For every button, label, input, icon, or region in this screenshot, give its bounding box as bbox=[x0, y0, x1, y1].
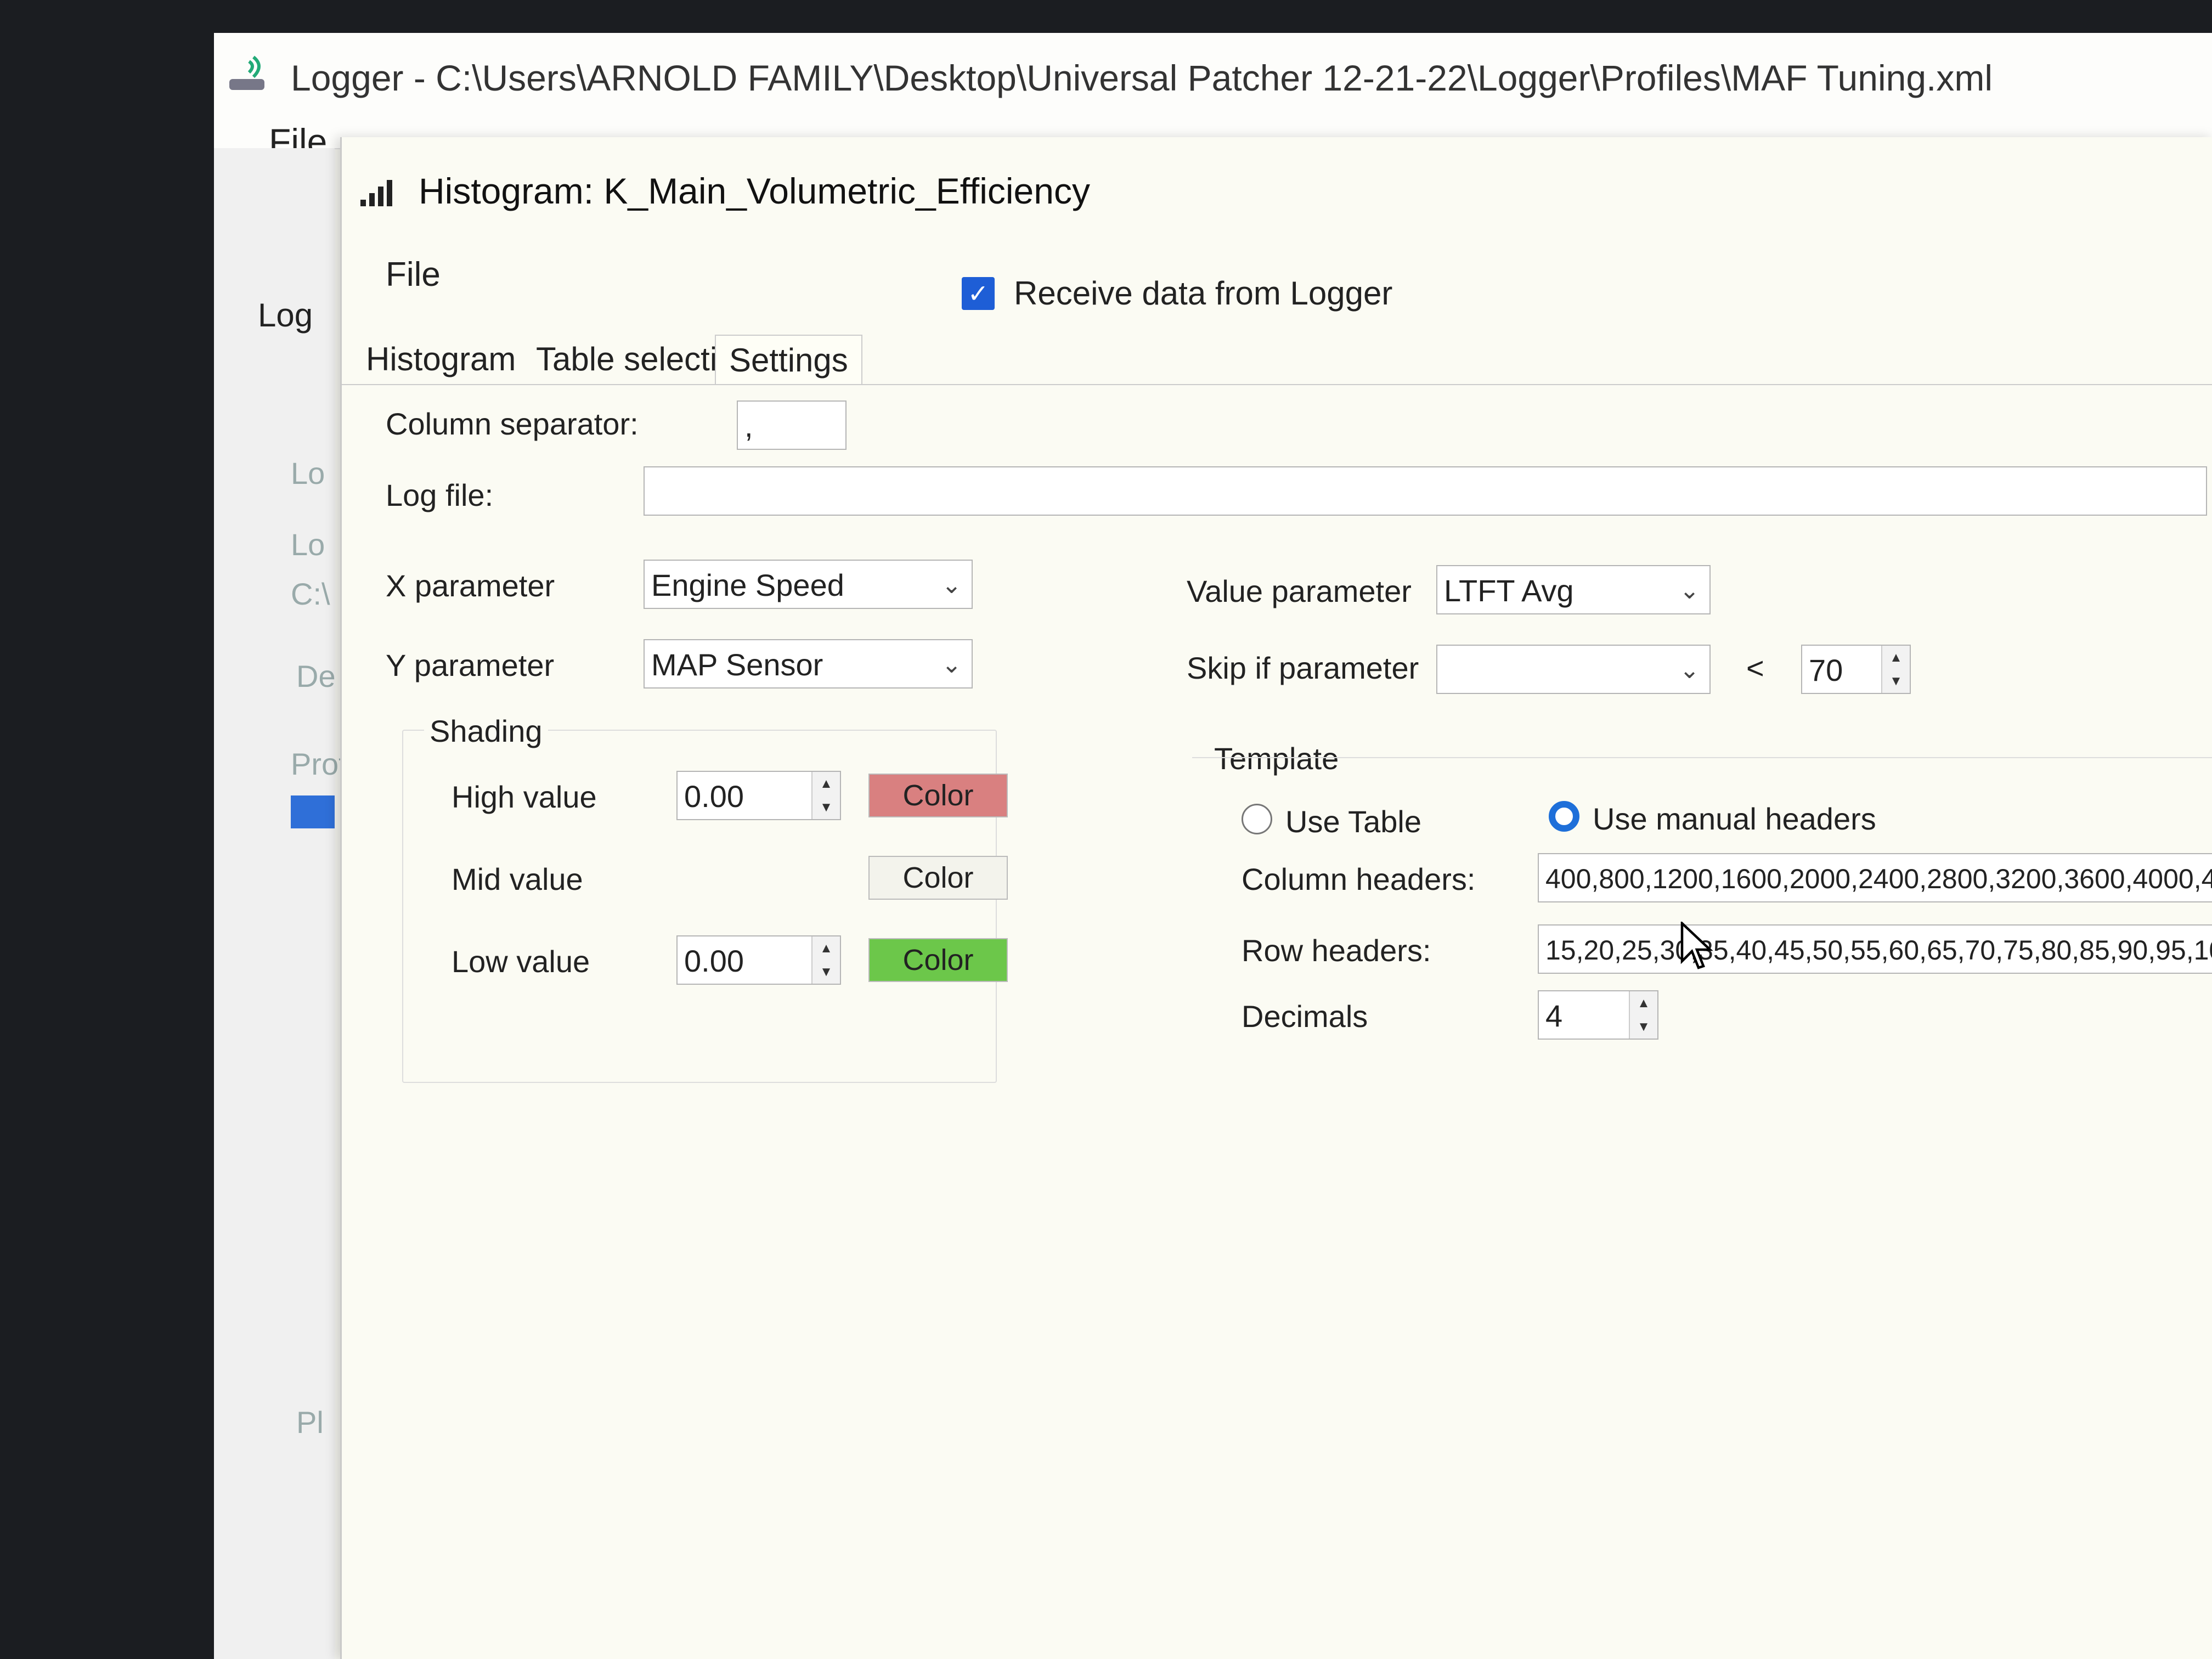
skip-if-parameter-select[interactable]: ⌄ bbox=[1436, 645, 1711, 694]
skip-threshold-stepper[interactable]: 70 ▲ ▼ bbox=[1801, 645, 1911, 694]
tab-settings[interactable]: Settings bbox=[715, 335, 862, 385]
logger-title-bar: Logger - C:\Users\ARNOLD FAMILY\Desktop\… bbox=[214, 33, 2212, 149]
decimals-label: Decimals bbox=[1242, 999, 1368, 1034]
use-manual-headers-radio[interactable] bbox=[1549, 801, 1579, 832]
logger-ghost-text: Pl bbox=[296, 1405, 324, 1440]
use-manual-headers-label: Use manual headers bbox=[1593, 802, 1876, 836]
low-value-stepper[interactable]: 0.00 ▲ ▼ bbox=[676, 935, 841, 985]
receive-data-label: Receive data from Logger bbox=[1014, 275, 1393, 312]
high-color-button[interactable]: Color bbox=[868, 774, 1008, 817]
logger-ghost-text: C:\ bbox=[291, 577, 330, 611]
logger-ghost-text: De bbox=[296, 659, 336, 693]
y-parameter-value: MAP Sensor bbox=[651, 647, 823, 682]
stepper-arrows-icon[interactable]: ▲ ▼ bbox=[1881, 646, 1910, 693]
logger-ghost-text: Prof bbox=[291, 747, 347, 781]
decimals-value: 4 bbox=[1545, 998, 1563, 1033]
y-parameter-label: Y parameter bbox=[386, 648, 555, 682]
logger-selected-row[interactable] bbox=[291, 795, 335, 828]
template-group-border bbox=[1192, 757, 2212, 758]
column-headers-label: Column headers: bbox=[1242, 862, 1476, 896]
skip-threshold-value: 70 bbox=[1809, 653, 1843, 687]
log-file-input[interactable] bbox=[644, 466, 2207, 516]
value-parameter-select[interactable]: LTFT Avg ⌄ bbox=[1436, 565, 1711, 614]
chevron-down-icon: ⌄ bbox=[941, 572, 962, 599]
logger-ghost-text: Lo bbox=[291, 527, 325, 562]
skip-if-parameter-label: Skip if parameter bbox=[1187, 651, 1419, 685]
chevron-down-icon: ⌄ bbox=[941, 651, 962, 678]
chevron-down-icon: ⌄ bbox=[1679, 577, 1700, 604]
bar-chart-icon bbox=[360, 180, 392, 206]
x-parameter-label: X parameter bbox=[386, 568, 555, 603]
low-color-button[interactable]: Color bbox=[868, 938, 1008, 982]
high-value: 0.00 bbox=[684, 779, 744, 814]
y-parameter-select[interactable]: MAP Sensor ⌄ bbox=[644, 639, 973, 689]
skip-operator: < bbox=[1746, 651, 1764, 685]
column-headers-input[interactable]: 400,800,1200,1600,2000,2400,2800,3200,36… bbox=[1538, 853, 2212, 902]
tab-histogram[interactable]: Histogram bbox=[353, 335, 529, 383]
logger-app-icon bbox=[229, 55, 264, 90]
x-parameter-value: Engine Speed bbox=[651, 568, 844, 602]
template-title: Template bbox=[1214, 741, 1339, 776]
histogram-dialog: Histogram: K_Main_Volumetric_Efficiency … bbox=[340, 137, 2212, 1659]
menu-file[interactable]: File bbox=[386, 255, 441, 294]
value-parameter-value: LTFT Avg bbox=[1444, 573, 1574, 608]
dialog-title: Histogram: K_Main_Volumetric_Efficiency bbox=[419, 171, 1090, 211]
use-table-radio[interactable] bbox=[1242, 804, 1272, 834]
logger-ghost-text: Lo bbox=[291, 456, 325, 490]
low-value-label: Low value bbox=[452, 944, 590, 979]
x-parameter-select[interactable]: Engine Speed ⌄ bbox=[644, 560, 973, 609]
stepper-arrows-icon[interactable]: ▲ ▼ bbox=[811, 936, 840, 984]
decimals-stepper[interactable]: 4 ▲ ▼ bbox=[1538, 990, 1658, 1040]
stepper-arrows-icon[interactable]: ▲ ▼ bbox=[811, 772, 840, 819]
value-parameter-label: Value parameter bbox=[1187, 574, 1412, 608]
tab-divider bbox=[342, 384, 2212, 385]
column-separator-label: Column separator: bbox=[386, 407, 639, 441]
receive-data-checkbox[interactable]: ✓ bbox=[962, 277, 995, 310]
chevron-down-icon: ⌄ bbox=[1679, 657, 1700, 684]
logger-window-title: Logger - C:\Users\ARNOLD FAMILY\Desktop\… bbox=[291, 58, 1993, 98]
low-value: 0.00 bbox=[684, 944, 744, 978]
use-table-label: Use Table bbox=[1285, 804, 1422, 839]
mid-color-button[interactable]: Color bbox=[868, 856, 1008, 900]
log-file-label: Log file: bbox=[386, 478, 494, 512]
mouse-cursor-icon bbox=[1680, 922, 1713, 969]
row-headers-label: Row headers: bbox=[1242, 933, 1431, 968]
high-value-label: High value bbox=[452, 780, 597, 814]
screen: Logger - C:\Users\ARNOLD FAMILY\Desktop\… bbox=[214, 33, 2212, 1659]
high-value-stepper[interactable]: 0.00 ▲ ▼ bbox=[676, 771, 841, 820]
stepper-arrows-icon[interactable]: ▲ ▼ bbox=[1629, 991, 1657, 1039]
row-headers-input[interactable]: 15,20,25,30,35,40,45,50,55,60,65,70,75,8… bbox=[1538, 924, 2212, 974]
mid-value-label: Mid value bbox=[452, 862, 583, 896]
shading-title: Shading bbox=[424, 713, 548, 749]
logger-tab-log[interactable]: Log bbox=[258, 296, 313, 334]
column-separator-input[interactable]: , bbox=[737, 400, 847, 450]
